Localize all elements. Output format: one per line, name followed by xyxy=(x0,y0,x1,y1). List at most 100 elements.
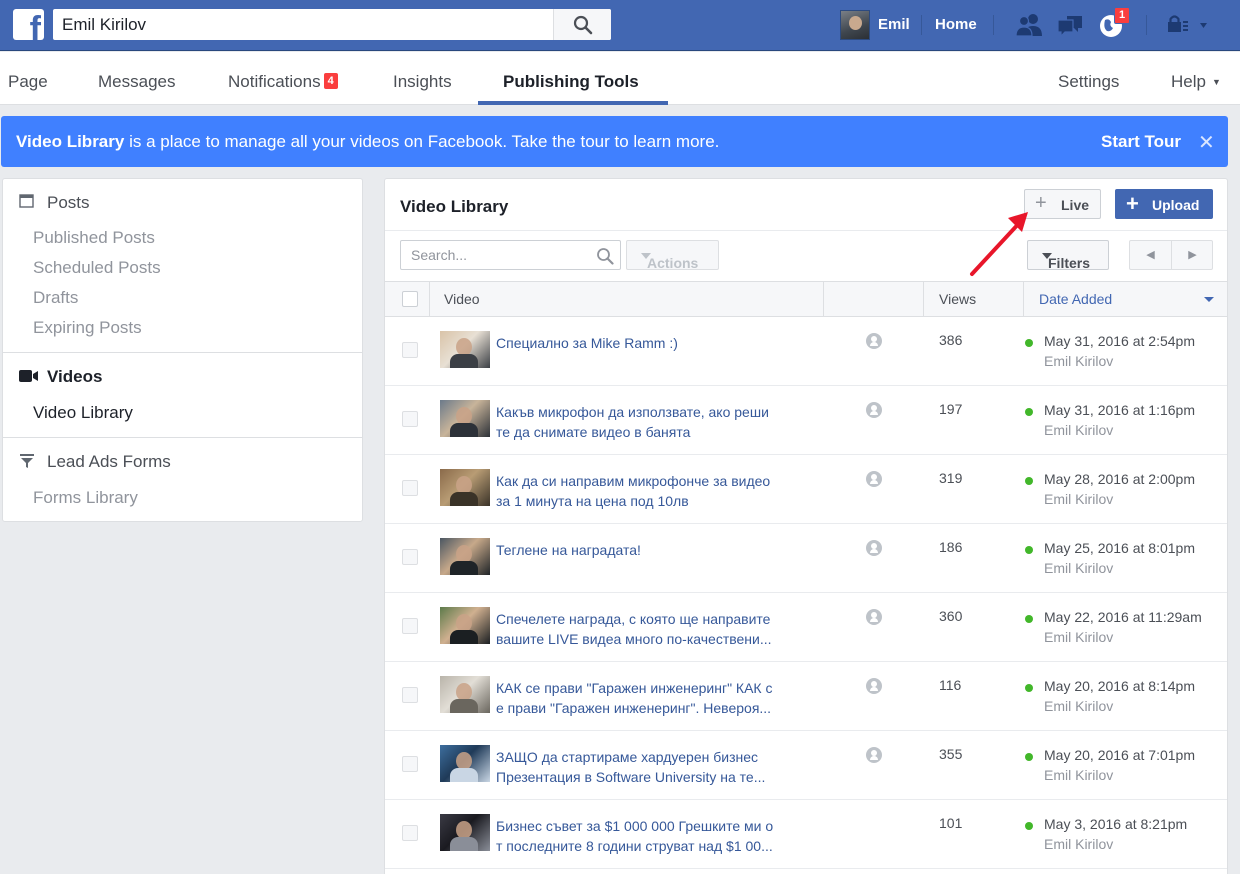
go-live-label: Live xyxy=(1061,197,1090,213)
table-row[interactable]: Спечелете награда, с която ще направите в… xyxy=(385,593,1227,662)
page-navigation-tabs: Page Messages Notifications 4 Insights Pu… xyxy=(0,52,1240,105)
video-author[interactable]: Emil Kirilov xyxy=(1044,353,1113,369)
close-icon[interactable]: ✕ xyxy=(1198,130,1215,155)
video-author[interactable]: Emil Kirilov xyxy=(1044,767,1113,783)
video-author[interactable]: Emil Kirilov xyxy=(1044,422,1113,438)
video-author[interactable]: Emil Kirilov xyxy=(1044,629,1113,645)
visibility-icon xyxy=(866,540,882,556)
video-thumbnail[interactable] xyxy=(440,538,490,575)
actions-dropdown[interactable]: Actions xyxy=(626,240,719,271)
facebook-logo-icon[interactable]: f xyxy=(13,9,44,40)
visibility-icon xyxy=(866,471,882,487)
messages-icon[interactable] xyxy=(1055,12,1085,38)
view-count: 186 xyxy=(939,539,963,555)
video-author[interactable]: Emil Kirilov xyxy=(1044,836,1113,852)
sidebar-divider xyxy=(3,352,362,353)
home-link[interactable]: Home xyxy=(935,16,977,33)
video-thumbnail[interactable] xyxy=(440,400,490,437)
row-checkbox[interactable] xyxy=(402,687,418,703)
column-header-views[interactable]: Views xyxy=(939,291,976,307)
video-author[interactable]: Emil Kirilov xyxy=(1044,698,1113,714)
sidebar-item-expiring-posts[interactable]: Expiring Posts xyxy=(33,318,142,338)
table-row[interactable]: Специално за Mike Ramm :) 386 May 31, 2016… xyxy=(385,317,1227,386)
column-header-date-added[interactable]: Date Added xyxy=(1039,291,1112,307)
visibility-icon xyxy=(866,609,882,625)
previous-page-icon[interactable]: ◀ xyxy=(1130,241,1171,269)
video-thumbnail[interactable] xyxy=(440,814,490,851)
tab-messages[interactable]: Messages xyxy=(98,72,175,92)
notifications-globe-icon[interactable]: 1 xyxy=(1097,7,1131,38)
video-title-link[interactable]: Теглене на наградата! xyxy=(496,540,792,560)
row-checkbox[interactable] xyxy=(402,618,418,634)
select-all-checkbox[interactable] xyxy=(402,291,418,307)
active-tab-indicator xyxy=(478,101,668,105)
video-title-line: Как да си направим микрофонче за видео xyxy=(496,473,771,489)
sidebar-item-forms-library[interactable]: Forms Library xyxy=(33,488,138,508)
filters-dropdown[interactable]: Filters xyxy=(1027,240,1109,271)
row-checkbox[interactable] xyxy=(402,342,418,358)
sidebar-item-video-library[interactable]: Video Library xyxy=(33,403,133,423)
video-title-line: те да снимате видео в банята xyxy=(496,424,691,440)
row-checkbox[interactable] xyxy=(402,549,418,565)
video-title-link[interactable]: Бизнес съвет за $1 000 000 Грешките ми о… xyxy=(496,816,792,856)
sidebar-item-drafts[interactable]: Drafts xyxy=(33,288,78,308)
nav-divider xyxy=(1146,15,1147,35)
video-thumbnail[interactable] xyxy=(440,331,490,368)
profile-link[interactable]: Emil xyxy=(840,9,910,40)
search-button[interactable] xyxy=(553,9,611,40)
tab-settings[interactable]: Settings xyxy=(1058,72,1119,92)
sidebar-section-posts[interactable]: Posts xyxy=(47,193,90,213)
video-thumbnail[interactable] xyxy=(440,607,490,644)
account-menu-lock-icon[interactable] xyxy=(1166,12,1216,38)
start-tour-button[interactable]: Start Tour xyxy=(1101,132,1181,152)
row-checkbox[interactable] xyxy=(402,480,418,496)
sort-descending-icon[interactable] xyxy=(1204,297,1214,302)
tab-page[interactable]: Page xyxy=(8,72,48,92)
row-checkbox[interactable] xyxy=(402,756,418,772)
top-navigation-bar: f Emil Home 1 xyxy=(0,0,1240,51)
table-row[interactable]: КАК се прави "Гаражен инженеринг" КАК с е… xyxy=(385,662,1227,731)
video-search-input[interactable] xyxy=(401,241,591,269)
date-added: May 3, 2016 at 8:21pm xyxy=(1044,816,1188,832)
video-thumbnail[interactable] xyxy=(440,469,490,506)
search-icon[interactable] xyxy=(596,247,614,265)
sidebar-section-videos[interactable]: Videos xyxy=(47,367,102,387)
table-row[interactable]: Как да си направим микрофонче за видео за… xyxy=(385,455,1227,524)
video-author[interactable]: Emil Kirilov xyxy=(1044,560,1113,576)
row-checkbox[interactable] xyxy=(402,411,418,427)
date-added: May 31, 2016 at 2:54pm xyxy=(1044,333,1195,349)
next-page-icon[interactable]: ▶ xyxy=(1172,241,1213,269)
video-thumbnail[interactable] xyxy=(440,676,490,713)
actions-label: Actions xyxy=(647,255,699,271)
sidebar-item-published-posts[interactable]: Published Posts xyxy=(33,228,155,248)
video-title-link[interactable]: Спечелете награда, с която ще направите в… xyxy=(496,609,792,649)
friend-requests-icon[interactable] xyxy=(1014,12,1044,38)
tab-publishing-tools[interactable]: Publishing Tools xyxy=(503,72,639,92)
video-thumbnail[interactable] xyxy=(440,745,490,782)
tab-help[interactable]: Help ▼ xyxy=(1171,72,1221,92)
sidebar-section-lead-ads-forms[interactable]: Lead Ads Forms xyxy=(47,452,171,472)
video-title-link[interactable]: Какъв микрофон да използвате, ако реши те… xyxy=(496,402,792,442)
upload-button[interactable]: + Upload xyxy=(1115,189,1213,219)
tab-notifications[interactable]: Notifications 4 xyxy=(228,72,338,92)
video-author[interactable]: Emil Kirilov xyxy=(1044,491,1113,507)
table-row[interactable]: ЗАЩО да стартираме хардуерен бизнес Презе… xyxy=(385,731,1227,800)
visibility-icon xyxy=(866,402,882,418)
row-checkbox[interactable] xyxy=(402,825,418,841)
global-search-input[interactable] xyxy=(53,9,553,40)
video-title-line: е прави "Гаражен инженеринг". Невероя... xyxy=(496,700,772,716)
table-row[interactable]: Какъв микрофон да използвате, ако реши те… xyxy=(385,386,1227,455)
video-title-link[interactable]: Специално за Mike Ramm :) xyxy=(496,333,792,353)
tab-insights[interactable]: Insights xyxy=(393,72,452,92)
published-status-dot xyxy=(1025,753,1033,761)
table-row[interactable]: Бизнес съвет за $1 000 000 Грешките ми о… xyxy=(385,800,1227,869)
calendar-icon xyxy=(19,194,34,208)
table-row[interactable]: Теглене на наградата! 186 May 25, 2016 at … xyxy=(385,524,1227,593)
column-header-video[interactable]: Video xyxy=(444,291,480,307)
video-title-link[interactable]: КАК се прави "Гаражен инженеринг" КАК с е… xyxy=(496,678,792,718)
video-title-link[interactable]: ЗАЩО да стартираме хардуерен бизнес Презе… xyxy=(496,747,792,787)
go-live-button[interactable]: + Live xyxy=(1024,189,1101,219)
column-divider xyxy=(429,282,430,316)
sidebar-item-scheduled-posts[interactable]: Scheduled Posts xyxy=(33,258,161,278)
video-title-link[interactable]: Как да си направим микрофонче за видео за… xyxy=(496,471,792,511)
